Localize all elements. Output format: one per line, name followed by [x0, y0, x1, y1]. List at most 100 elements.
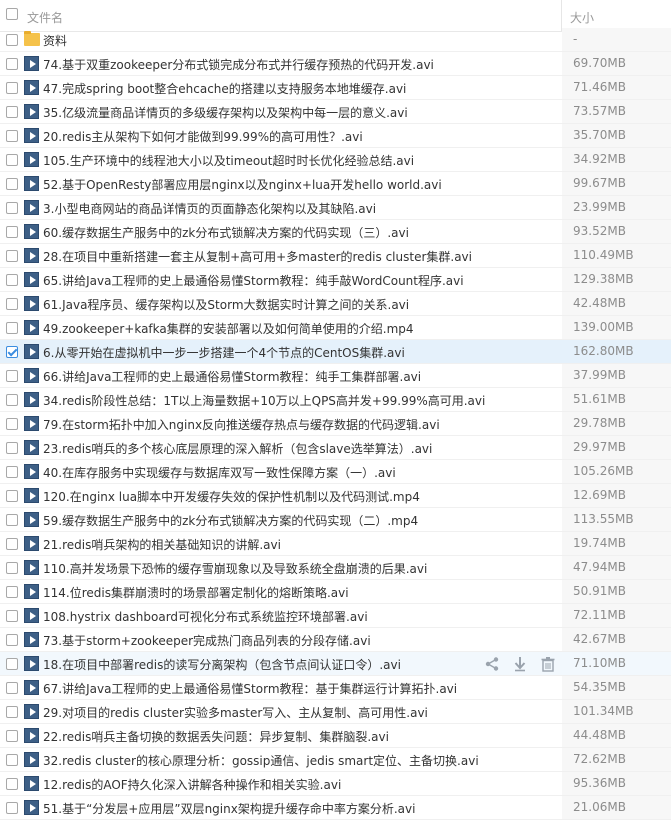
- file-row[interactable]: 32.redis cluster的核心原理分析：gossip通信、jedis s…: [0, 748, 671, 772]
- file-name[interactable]: 32.redis cluster的核心原理分析：gossip通信、jedis s…: [43, 752, 479, 769]
- file-name[interactable]: 105.生产环境中的线程池大小以及timeout超时时长优化经验总结.avi: [43, 152, 414, 169]
- file-name[interactable]: 79.在storm拓扑中加入nginx反向推送缓存热点与缓存数据的代码逻辑.av…: [43, 416, 440, 433]
- file-row[interactable]: 74.基于双重zookeeper分布式锁完成分布式并行缓存预热的代码开发.avi…: [0, 52, 671, 76]
- file-name[interactable]: 65.讲给Java工程师的史上最通俗易懂Storm教程：纯手敲WordCount…: [43, 272, 464, 289]
- row-checkbox[interactable]: [6, 370, 18, 382]
- file-row[interactable]: 3.小型电商网站的商品详情页的页面静态化架构以及其缺陷.avi 23.99MB: [0, 196, 671, 220]
- file-name[interactable]: 23.redis哨兵的多个核心底层原理的深入解析（包含slave选举算法）.av…: [43, 440, 432, 457]
- column-divider[interactable]: [561, 0, 562, 31]
- column-header-name[interactable]: 文件名: [27, 9, 63, 26]
- file-name[interactable]: 29.对项目的redis cluster实验多master写入、主从复制、高可用…: [43, 704, 428, 721]
- row-checkbox[interactable]: [6, 418, 18, 430]
- row-checkbox[interactable]: [6, 106, 18, 118]
- file-name[interactable]: 12.redis的AOF持久化深入讲解各种操作和相关实验.avi: [43, 776, 341, 793]
- file-name[interactable]: 34.redis阶段性总结：1T以上海量数据+10万以上QPS高并发+99.99…: [43, 392, 485, 409]
- file-name[interactable]: 108.hystrix dashboard可视化分布式系统监控环境部署.avi: [43, 608, 368, 625]
- file-name[interactable]: 21.redis哨兵架构的相关基础知识的讲解.avi: [43, 536, 281, 553]
- row-checkbox[interactable]: [6, 322, 18, 334]
- file-row[interactable]: 18.在项目中部署redis的读写分离架构（包含节点间认证口令）.avi 71.1…: [0, 652, 671, 676]
- file-row[interactable]: 23.redis哨兵的多个核心底层原理的深入解析（包含slave选举算法）.av…: [0, 436, 671, 460]
- file-name[interactable]: 35.亿级流量商品详情页的多级缓存架构以及架构中每一层的意义.avi: [43, 104, 408, 121]
- file-row[interactable]: 51.基于“分发层+应用层”双层nginx架构提升缓存命中率方案分析.avi 21…: [0, 796, 671, 820]
- file-name[interactable]: 47.完成spring boot整合ehcache的搭建以支持服务本地堆缓存.a…: [43, 80, 406, 97]
- file-row[interactable]: 79.在storm拓扑中加入nginx反向推送缓存热点与缓存数据的代码逻辑.av…: [0, 412, 671, 436]
- row-checkbox[interactable]: [6, 250, 18, 262]
- row-checkbox[interactable]: [6, 706, 18, 718]
- file-name[interactable]: 22.redis哨兵主备切换的数据丢失问题：异步复制、集群脑裂.avi: [43, 728, 389, 745]
- file-row[interactable]: 61.Java程序员、缓存架构以及Storm大数据实时计算之间的关系.avi 42…: [0, 292, 671, 316]
- file-name[interactable]: 114.位redis集群崩溃时的场景部署定制化的熔断策略.avi: [43, 584, 349, 601]
- file-row[interactable]: 20.redis主从架构下如何才能做到99.99%的高可用性？.avi 35.70…: [0, 124, 671, 148]
- file-row[interactable]: 108.hystrix dashboard可视化分布式系统监控环境部署.avi 7…: [0, 604, 671, 628]
- file-name[interactable]: 120.在nginx lua脚本中开发缓存失效的保护性机制以及代码测试.mp4: [43, 488, 420, 505]
- file-row[interactable]: 40.在库存服务中实现缓存与数据库双写一致性保障方案（一）.avi 105.26M…: [0, 460, 671, 484]
- file-name[interactable]: 28.在项目中重新搭建一套主从复制+高可用+多master的redis clus…: [43, 248, 472, 265]
- file-name[interactable]: 67.讲给Java工程师的史上最通俗易懂Storm教程：基于集群运行计算拓扑.a…: [43, 680, 457, 697]
- file-row[interactable]: 47.完成spring boot整合ehcache的搭建以支持服务本地堆缓存.a…: [0, 76, 671, 100]
- delete-icon[interactable]: [540, 656, 556, 672]
- file-name[interactable]: 51.基于“分发层+应用层”双层nginx架构提升缓存命中率方案分析.avi: [43, 800, 415, 817]
- file-row[interactable]: 114.位redis集群崩溃时的场景部署定制化的熔断策略.avi 50.91MB: [0, 580, 671, 604]
- file-name[interactable]: 74.基于双重zookeeper分布式锁完成分布式并行缓存预热的代码开发.avi: [43, 56, 434, 73]
- file-row[interactable]: 28.在项目中重新搭建一套主从复制+高可用+多master的redis clus…: [0, 244, 671, 268]
- file-row[interactable]: 6.从零开始在虚拟机中一步一步搭建一个4个节点的CentOS集群.avi 162.…: [0, 340, 671, 364]
- row-checkbox[interactable]: [6, 346, 18, 358]
- row-checkbox[interactable]: [6, 82, 18, 94]
- file-row[interactable]: 65.讲给Java工程师的史上最通俗易懂Storm教程：纯手敲WordCount…: [0, 268, 671, 292]
- row-checkbox[interactable]: [6, 658, 18, 670]
- file-name[interactable]: 110.高并发场景下恐怖的缓存雪崩现象以及导致系统全盘崩溃的后果.avi: [43, 560, 427, 577]
- row-checkbox[interactable]: [6, 130, 18, 142]
- file-row[interactable]: 22.redis哨兵主备切换的数据丢失问题：异步复制、集群脑裂.avi 44.48…: [0, 724, 671, 748]
- row-checkbox[interactable]: [6, 802, 18, 814]
- file-name[interactable]: 20.redis主从架构下如何才能做到99.99%的高可用性？.avi: [43, 128, 363, 145]
- column-header-size[interactable]: 大小: [570, 9, 594, 26]
- row-checkbox[interactable]: [6, 442, 18, 454]
- file-name[interactable]: 73.基于storm+zookeeper完成热门商品列表的分段存储.avi: [43, 632, 371, 649]
- file-row[interactable]: 67.讲给Java工程师的史上最通俗易懂Storm教程：基于集群运行计算拓扑.a…: [0, 676, 671, 700]
- row-checkbox[interactable]: [6, 178, 18, 190]
- file-row[interactable]: 34.redis阶段性总结：1T以上海量数据+10万以上QPS高并发+99.99…: [0, 388, 671, 412]
- row-checkbox[interactable]: [6, 730, 18, 742]
- row-checkbox[interactable]: [6, 538, 18, 550]
- file-row[interactable]: 66.讲给Java工程师的史上最通俗易懂Storm教程：纯手工集群部署.avi 3…: [0, 364, 671, 388]
- file-row[interactable]: 60.缓存数据生产服务中的zk分布式锁解决方案的代码实现（三）.avi 93.52…: [0, 220, 671, 244]
- row-checkbox[interactable]: [6, 514, 18, 526]
- file-row[interactable]: 12.redis的AOF持久化深入讲解各种操作和相关实验.avi 95.36MB: [0, 772, 671, 796]
- row-checkbox[interactable]: [6, 562, 18, 574]
- row-checkbox[interactable]: [6, 754, 18, 766]
- download-icon[interactable]: [512, 656, 528, 672]
- row-checkbox[interactable]: [6, 394, 18, 406]
- row-checkbox[interactable]: [6, 778, 18, 790]
- file-name[interactable]: 60.缓存数据生产服务中的zk分布式锁解决方案的代码实现（三）.avi: [43, 224, 409, 241]
- row-checkbox[interactable]: [6, 682, 18, 694]
- file-name[interactable]: 66.讲给Java工程师的史上最通俗易懂Storm教程：纯手工集群部署.avi: [43, 368, 421, 385]
- row-checkbox[interactable]: [6, 154, 18, 166]
- row-checkbox[interactable]: [6, 298, 18, 310]
- row-checkbox[interactable]: [6, 634, 18, 646]
- file-row[interactable]: 52.基于OpenResty部署应用层nginx以及nginx+lua开发hel…: [0, 172, 671, 196]
- file-name[interactable]: 40.在库存服务中实现缓存与数据库双写一致性保障方案（一）.avi: [43, 464, 396, 481]
- file-name[interactable]: 61.Java程序员、缓存架构以及Storm大数据实时计算之间的关系.avi: [43, 296, 409, 313]
- file-row[interactable]: 59.缓存数据生产服务中的zk分布式锁解决方案的代码实现（二）.mp4 113.5…: [0, 508, 671, 532]
- file-row[interactable]: 110.高并发场景下恐怖的缓存雪崩现象以及导致系统全盘崩溃的后果.avi 47.9…: [0, 556, 671, 580]
- file-row[interactable]: 73.基于storm+zookeeper完成热门商品列表的分段存储.avi 42.…: [0, 628, 671, 652]
- file-name[interactable]: 3.小型电商网站的商品详情页的页面静态化架构以及其缺陷.avi: [43, 200, 376, 217]
- file-row[interactable]: 29.对项目的redis cluster实验多master写入、主从复制、高可用…: [0, 700, 671, 724]
- row-checkbox[interactable]: [6, 58, 18, 70]
- file-name[interactable]: 6.从零开始在虚拟机中一步一步搭建一个4个节点的CentOS集群.avi: [43, 344, 405, 361]
- file-row[interactable]: 120.在nginx lua脚本中开发缓存失效的保护性机制以及代码测试.mp4 1…: [0, 484, 671, 508]
- file-name[interactable]: 资料: [43, 32, 67, 49]
- file-name[interactable]: 59.缓存数据生产服务中的zk分布式锁解决方案的代码实现（二）.mp4: [43, 512, 418, 529]
- share-icon[interactable]: [484, 656, 500, 672]
- row-checkbox[interactable]: [6, 226, 18, 238]
- file-row[interactable]: 49.zookeeper+kafka集群的安装部署以及如何简单使用的介绍.mp4…: [0, 316, 671, 340]
- row-checkbox[interactable]: [6, 202, 18, 214]
- row-checkbox[interactable]: [6, 586, 18, 598]
- row-checkbox[interactable]: [6, 34, 18, 46]
- row-checkbox[interactable]: [6, 490, 18, 502]
- select-all-checkbox[interactable]: [6, 8, 18, 20]
- folder-row[interactable]: 资料 -: [0, 28, 671, 52]
- row-checkbox[interactable]: [6, 610, 18, 622]
- file-name[interactable]: 18.在项目中部署redis的读写分离架构（包含节点间认证口令）.avi: [43, 656, 401, 673]
- file-name[interactable]: 49.zookeeper+kafka集群的安装部署以及如何简单使用的介绍.mp4: [43, 320, 414, 337]
